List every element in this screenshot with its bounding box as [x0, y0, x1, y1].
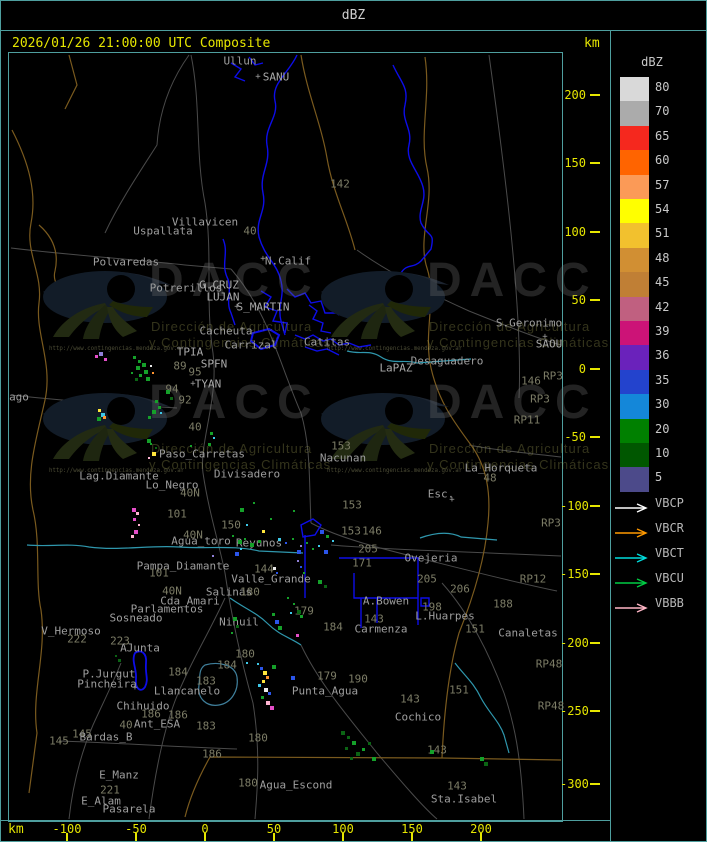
y-tick-label: 150 — [564, 156, 586, 170]
x-tick-mark — [273, 833, 275, 841]
color-scale-swatch — [620, 150, 649, 175]
y-tick-mark — [590, 436, 600, 438]
color-scale-swatch — [620, 369, 649, 395]
vector-legend-label: VBCT — [655, 546, 684, 560]
y-tick-label: 100 — [564, 225, 586, 239]
x-tick-mark — [480, 833, 482, 841]
color-scale-swatch — [620, 467, 649, 492]
y-tick-mark — [590, 642, 600, 644]
vector-legend-label: VBCR — [655, 521, 684, 535]
radar-app-window: dBZ 2026/01/26 21:00:00 UTC Composite km… — [0, 0, 707, 842]
color-scale-value: 45 — [655, 275, 670, 290]
color-scale-value: 39 — [655, 324, 670, 338]
color-scale-value: 10 — [655, 446, 670, 460]
vector-legend-label: VBBB — [655, 596, 684, 610]
y-tick-label: -150 — [560, 567, 589, 581]
color-scale-value: 80 — [655, 80, 670, 94]
vector-arrow-icon — [614, 598, 650, 617]
color-scale-swatch — [620, 394, 649, 419]
window-title: dBZ — [341, 8, 366, 23]
color-scale-value: 36 — [655, 348, 670, 363]
vector-legend-label: VBCP — [655, 496, 684, 510]
color-scale-value: 48 — [655, 250, 670, 265]
y-tick-label: -250 — [560, 704, 589, 718]
x-tick-mark — [204, 833, 206, 841]
y-tick-mark — [590, 573, 600, 575]
color-scale-swatch — [620, 321, 649, 346]
vector-arrow-icon — [614, 573, 650, 592]
y-tick-mark — [590, 710, 600, 712]
color-scale-swatch — [620, 247, 649, 273]
color-scale-swatch — [620, 174, 649, 199]
color-scale-value: 5 — [655, 470, 663, 485]
x-tick-mark — [66, 833, 68, 841]
y-tick-mark — [590, 231, 600, 233]
y-tick-mark — [590, 94, 600, 96]
color-scale-swatch — [620, 125, 649, 151]
vector-arrow-icon — [614, 523, 650, 542]
titlebar-divider — [0, 30, 707, 31]
y-tick-label: -50 — [564, 430, 586, 444]
y-tick-label: -100 — [560, 499, 589, 513]
color-scale-swatch — [620, 345, 649, 370]
y-tick-label: -300 — [560, 777, 589, 791]
color-scale-value: 60 — [655, 153, 670, 168]
y-tick-label: -200 — [560, 636, 589, 650]
color-scale-title: dBZ — [641, 55, 663, 69]
color-scale-value: 54 — [655, 202, 670, 216]
timestamp-label: 2026/01/26 21:00:00 UTC Composite — [12, 36, 271, 51]
color-scale-swatch — [620, 418, 649, 443]
y-tick-mark — [590, 299, 600, 301]
color-scale-value: 20 — [655, 421, 670, 436]
color-scale-value: 57 — [655, 177, 670, 192]
color-scale-swatch — [620, 199, 649, 224]
color-scale-value: 30 — [655, 397, 670, 412]
y-tick-mark — [590, 368, 600, 370]
radar-map-frame — [8, 52, 563, 822]
x-tick-mark — [342, 833, 344, 841]
title-bar: dBZ — [0, 0, 707, 31]
color-scale-value: 65 — [655, 128, 670, 143]
color-scale-swatch — [620, 223, 649, 248]
color-scale-swatch — [620, 77, 649, 102]
x-tick-mark — [411, 833, 413, 841]
x-axis-unit-label: km — [8, 822, 24, 837]
y-tick-label: 0 — [578, 362, 586, 376]
color-scale-swatch — [620, 296, 649, 321]
y-tick-mark — [590, 783, 600, 785]
color-scale-value: 51 — [655, 226, 670, 241]
y-tick-label: 200 — [564, 88, 586, 102]
panel-divider — [610, 30, 611, 842]
y-tick-mark — [590, 162, 600, 164]
frame-left — [0, 0, 1, 842]
color-scale-value: 35 — [655, 372, 670, 387]
color-scale-swatch — [620, 443, 649, 468]
y-axis-unit-label: km — [584, 36, 600, 51]
y-tick-label: 50 — [571, 293, 586, 307]
x-tick-mark — [135, 833, 137, 841]
vector-legend-label: VBCU — [655, 571, 684, 585]
vector-arrow-icon — [614, 498, 650, 517]
y-tick-mark — [590, 505, 600, 507]
axis-divider — [0, 820, 610, 821]
color-scale-swatch — [620, 272, 649, 297]
color-scale-value: 70 — [655, 104, 670, 119]
color-scale-swatch — [620, 101, 649, 126]
color-scale-value: 42 — [655, 299, 670, 314]
vector-arrow-icon — [614, 548, 650, 567]
